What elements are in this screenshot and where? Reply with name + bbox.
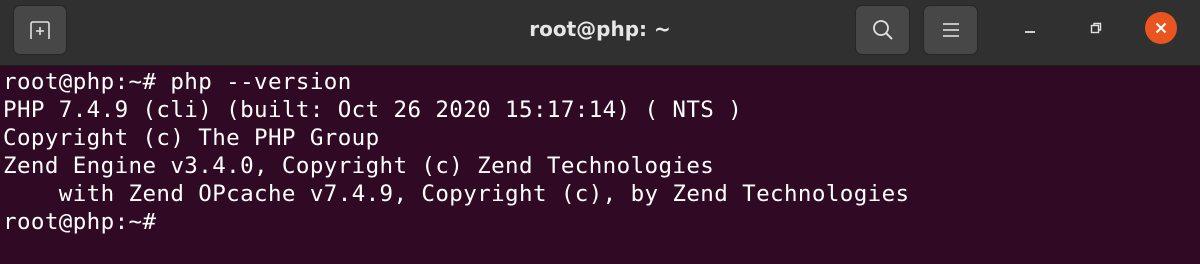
close-icon [1154, 21, 1168, 35]
terminal-window: root@php: ~ root@php:~# php --version PH… [0, 0, 1200, 264]
terminal-line-php-version: PHP 7.4.9 (cli) (built: Oct 26 2020 15:1… [3, 97, 743, 123]
maximize-button[interactable] [1078, 10, 1114, 46]
close-button[interactable] [1145, 12, 1177, 44]
title-bar: root@php: ~ [0, 0, 1200, 66]
new-tab-icon [29, 20, 51, 40]
terminal-line-opcache: with Zend OPcache v7.4.9, Copyright (c),… [3, 181, 910, 207]
terminal-prompt: root@php:~# [3, 209, 171, 235]
terminal-line-command: root@php:~# php --version [3, 69, 352, 95]
terminal-line-copyright: Copyright (c) The PHP Group [3, 125, 380, 151]
minimize-icon [1023, 21, 1037, 35]
terminal-line-zend-engine: Zend Engine v3.4.0, Copyright (c) Zend T… [3, 153, 715, 179]
menu-button[interactable] [923, 5, 978, 55]
window-title: root@php: ~ [529, 17, 671, 41]
hamburger-menu-icon [942, 22, 960, 38]
maximize-icon [1089, 21, 1103, 35]
search-button[interactable] [855, 5, 910, 55]
terminal-output[interactable]: root@php:~# php --version PHP 7.4.9 (cli… [0, 66, 1200, 264]
search-icon [871, 18, 895, 42]
new-tab-button[interactable] [13, 5, 67, 55]
minimize-button[interactable] [1012, 10, 1048, 46]
